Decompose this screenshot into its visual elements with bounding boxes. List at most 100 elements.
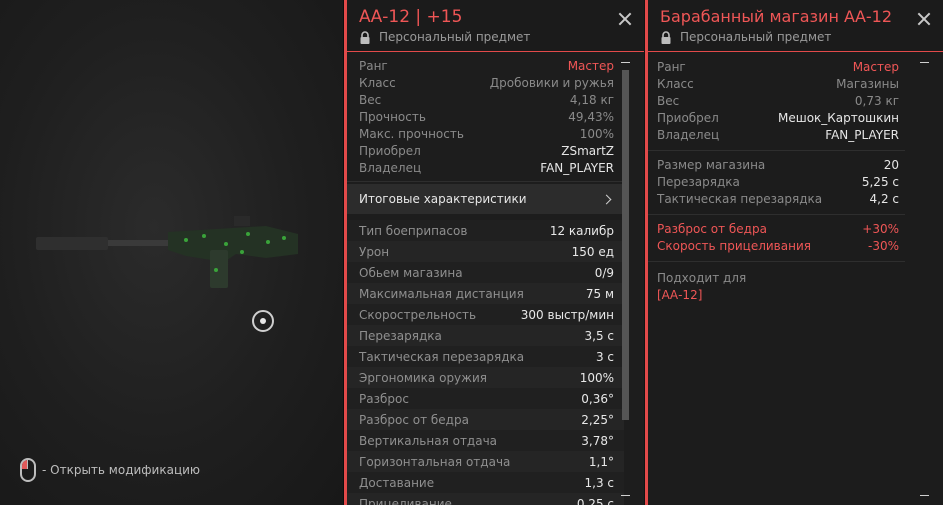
magazine-header: Барабанный магазин АА-12 Персональный пр… [648,0,943,52]
scroll-thumb[interactable] [622,70,629,420]
modification-point-icon[interactable] [252,310,274,332]
modifier-value: +30% [862,222,899,236]
info-value: Дробовики и ружья [489,76,614,90]
weapon-scrollbar[interactable] [620,62,632,496]
stat-label: Тактическая перезарядка [359,349,525,364]
info-value: Магазины [836,77,899,91]
hint-text: - Открыть модификацию [42,463,201,477]
stat-label: Вертикальная отдача [359,433,498,448]
chevron-right-icon [601,194,612,204]
magazine-modifiers-section: Разброс от бедра +30% Скорость прицеливани… [648,215,905,262]
info-row: Ранг Мастер [648,59,905,76]
info-value: Мастер [567,59,614,73]
spec-label: Перезарядка [657,175,740,189]
stat-row: Вертикальная отдача 3,78° [347,430,624,451]
stat-value: 3,78° [581,433,614,448]
magazine-tooltip-panel: Барабанный магазин АА-12 Персональный пр… [645,0,943,505]
weapon-details[interactable]: Ранг Мастер Класс Дробовики и ружья Вес 4,18 … [347,53,624,505]
info-row: Вес 0,73 кг [648,93,905,110]
info-row: Приобрел Мешок_Картошкин [648,110,905,127]
stat-row: Горизонтальная отдача 1,1° [347,451,624,472]
modifier-value: -30% [867,239,899,253]
info-label: Макс. прочность [359,127,464,141]
stat-label: Урон [359,244,390,259]
scroll-up-icon[interactable] [920,62,929,63]
info-label: Приобрел [657,111,719,125]
info-value: Мастер [852,60,899,74]
info-label: Вес [657,94,680,108]
stat-label: Разброс от бедра [359,412,469,427]
info-value: Мешок_Картошкин [777,111,899,125]
info-label: Владелец [657,128,720,142]
stat-value: 0,36° [581,391,614,406]
info-label: Класс [657,77,694,91]
magazine-subtitle: Персональный предмет [680,30,832,44]
total-characteristics-label: Итоговые характеристики [359,192,527,206]
info-value: 49,43% [568,110,614,124]
spec-row: Размер магазина 20 [648,157,905,174]
weapon-header: АА-12 | +15 Персональный предмет [347,0,644,52]
total-characteristics-button[interactable]: Итоговые характеристики [347,184,624,214]
stat-value: 1,1° [588,454,614,469]
info-label: Класс [359,76,396,90]
fits-label: Подходит для [657,271,747,285]
spec-label: Размер магазина [657,158,766,172]
scroll-down-icon[interactable] [920,495,929,496]
close-icon[interactable] [618,12,632,26]
stat-row: Скорострельность 300 выстр/мин [347,304,624,325]
info-row: Вес 4,18 кг [347,92,624,109]
close-icon[interactable] [917,12,931,26]
scroll-down-icon[interactable] [621,495,630,496]
weapon-personal-label: Персональный предмет [359,30,632,44]
info-value: 4,18 кг [569,93,614,107]
stat-row: Прицеливание 0,25 с [347,493,624,505]
stat-value: 3,5 с [584,328,615,343]
spec-label: Тактическая перезарядка [657,192,823,206]
info-value: 0,73 кг [854,94,899,108]
weapon-title: АА-12 | +15 [359,7,463,27]
fits-item-link[interactable]: [АА-12] [657,287,896,304]
stat-row: Максимальная дистанция 75 м [347,283,624,304]
magazine-scrollbar[interactable] [919,62,931,496]
scroll-up-icon[interactable] [621,62,630,63]
lock-icon [360,30,370,44]
weapon-info-section: Ранг Мастер Класс Дробовики и ружья Вес 4,18 … [347,53,624,182]
stat-label: Обьем магазина [359,265,463,280]
magazine-personal-label: Персональный предмет [660,30,931,44]
spec-value: 5,25 с [861,175,899,189]
stat-value: 75 м [585,286,614,301]
info-value: 100% [579,127,614,141]
info-row: Прочность 49,43% [347,109,624,126]
stat-label: Доставание [359,475,435,490]
spec-row: Тактическая перезарядка 4,2 с [648,191,905,208]
stat-row: Разброс 0,36° [347,388,624,409]
mouse-left-click-icon [20,458,36,482]
stat-row: Тактическая перезарядка 3 с [347,346,624,367]
shotgun-model-icon [36,216,298,288]
stat-value: 150 ед [571,244,614,259]
stat-value: 0/9 [594,265,614,280]
stat-value: 300 выстр/мин [520,307,614,322]
info-label: Ранг [657,60,686,74]
stat-label: Горизонтальная отдача [359,454,511,469]
info-value: FAN_PLAYER [540,161,614,175]
weapon-preview[interactable]: - Открыть модификацию [0,0,344,505]
magazine-title: Барабанный магазин АА-12 [660,7,893,26]
stat-value: 100% [579,370,614,385]
stat-label: Тип боеприпасов [359,223,468,238]
stat-value: 12 калибр [549,223,614,238]
info-value: FAN_PLAYER [825,128,899,142]
spec-row: Перезарядка 5,25 с [648,174,905,191]
stat-label: Скорострельность [359,307,477,322]
stat-label: Прицеливание [359,496,452,505]
stat-row: Урон 150 ед [347,241,624,262]
info-label: Ранг [359,59,388,73]
lock-icon [661,30,671,44]
info-row: Владелец FAN_PLAYER [347,160,624,177]
stat-label: Эргономика оружия [359,370,487,385]
magazine-details[interactable]: Ранг Мастер Класс Магазины Вес 0,73 кг Приобре… [648,53,905,312]
info-row: Ранг Мастер [347,58,624,75]
stat-value: 2,25° [581,412,614,427]
compatibility-section: Подходит для [АА-12] [648,262,905,312]
weapon-stats-list: Тип боеприпасов 12 калибр Урон 150 ед Обьем … [347,216,624,505]
